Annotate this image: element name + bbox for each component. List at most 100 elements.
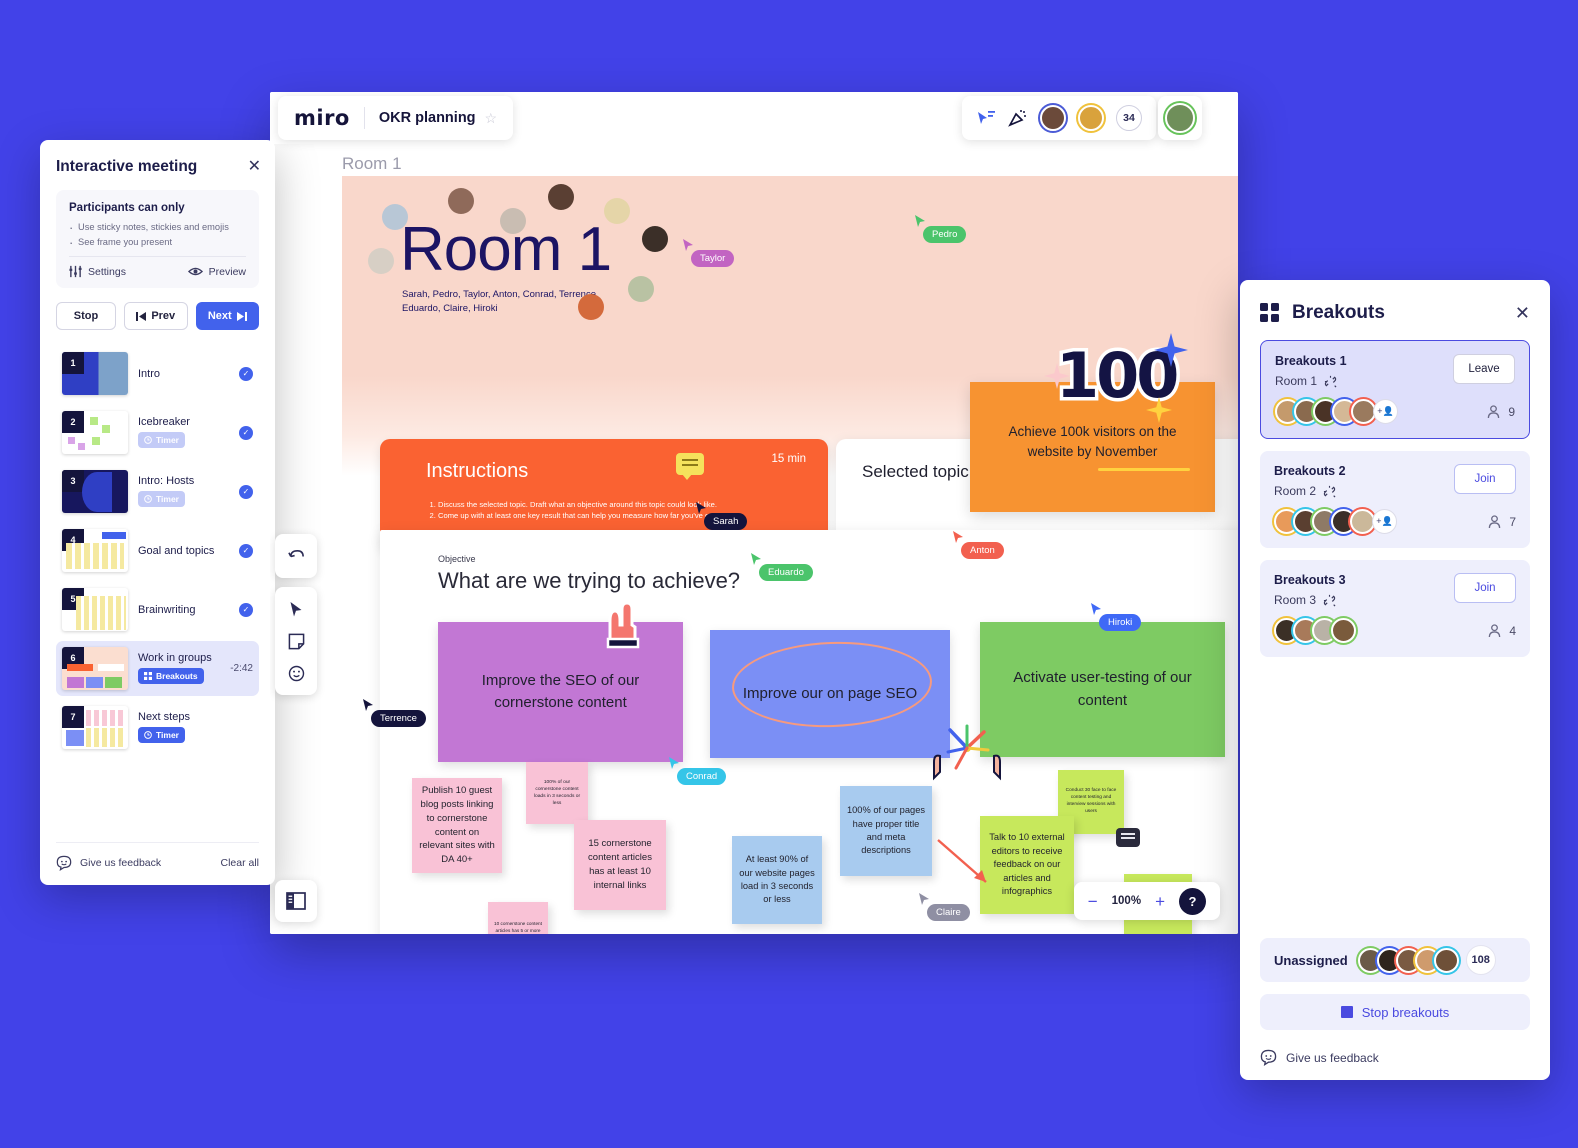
breakout-participants-row: +👤 7 [1274, 509, 1516, 534]
clear-all-button[interactable]: Clear all [220, 857, 259, 869]
agenda-item-intro-hosts[interactable]: 3 Intro: Hosts Timer ✓ [56, 464, 259, 519]
agenda-label: Intro: Hosts [138, 475, 195, 487]
add-person-icon[interactable]: +👤 [1373, 399, 1398, 424]
highlight-underline [1098, 468, 1190, 471]
collaborator-count[interactable]: 34 [1116, 105, 1142, 131]
selected-topic-label: Selected topic [862, 462, 969, 481]
slide-thumbnail: 4 [62, 529, 128, 572]
sticky-note[interactable]: 10 cornerstone content articles has 5 or… [488, 902, 548, 934]
next-button[interactable]: Next [195, 302, 259, 330]
board-title[interactable]: OKR planning [379, 110, 476, 126]
stop-breakouts-button[interactable]: Stop breakouts [1260, 994, 1530, 1030]
participants-bullets: Use sticky notes, stickies and emojis Se… [69, 220, 246, 250]
cursor-claire: Claire [918, 892, 970, 921]
bullet-item: Use sticky notes, stickies and emojis [69, 220, 246, 235]
slide-thumbnail: 2 [62, 411, 128, 454]
preview-button[interactable]: Preview [187, 266, 246, 278]
agenda-list: 1 Intro ✓ 2 Icebreaker Timer ✓ 3 Intro: … [56, 346, 259, 755]
cursor-label: Anton [961, 542, 1004, 559]
cursor-label: Claire [927, 904, 970, 921]
timer-chip[interactable]: Timer [138, 491, 185, 507]
join-button[interactable]: Join [1454, 573, 1516, 603]
presentation-controls: Stop Prev Next [56, 302, 259, 330]
slide-number: 2 [62, 411, 84, 433]
breakout-room-card[interactable]: Breakouts 2 Room 2 Join +👤 7 [1260, 451, 1530, 548]
board-canvas[interactable]: Room 1 Room 1 Sarah, Pedro, Taylor, Anto… [270, 144, 1238, 934]
bullet-item: See frame you present [69, 235, 246, 250]
sticky-text: Publish 10 guest blog posts linking to c… [419, 785, 495, 866]
goal-text: Achieve 100k visitors on the website by … [1008, 424, 1177, 459]
close-icon[interactable]: ✕ [1515, 303, 1530, 324]
breakout-room-card[interactable]: Breakouts 1 Room 1 Leave +👤 9 [1260, 340, 1530, 439]
comment-icon[interactable] [1116, 828, 1140, 847]
agenda-item-icebreaker[interactable]: 2 Icebreaker Timer ✓ [56, 405, 259, 460]
unassigned-row[interactable]: Unassigned 108 [1260, 938, 1530, 982]
objective-kicker: Objective [438, 554, 476, 564]
slide-number: 7 [62, 706, 84, 728]
avatar[interactable] [1331, 618, 1356, 643]
agenda-label: Next steps [138, 711, 190, 723]
self-avatar[interactable] [1158, 96, 1202, 140]
undo-icon[interactable] [279, 540, 313, 572]
room-label: Room 1 [1275, 374, 1318, 388]
prev-button[interactable]: Prev [124, 302, 188, 330]
give-feedback-button[interactable]: Give us feedback [1260, 1049, 1379, 1066]
sticky-note-icon[interactable] [279, 625, 313, 657]
comment-icon[interactable] [676, 453, 704, 480]
interactive-meeting-panel: Interactive meeting ✕ Participants can o… [40, 140, 275, 885]
close-icon[interactable]: ✕ [248, 156, 261, 176]
prev-label: Prev [151, 310, 176, 322]
miro-board-window: miro OKR planning ☆ 34 Room 1 Room 1 Sar… [270, 92, 1238, 934]
cursor-label: Pedro [923, 226, 967, 243]
add-person-icon[interactable]: +👤 [1372, 509, 1397, 534]
clock-icon [144, 495, 152, 503]
smiley-chat-icon [56, 855, 72, 871]
timer-chip[interactable]: Timer [138, 432, 185, 448]
check-icon: ✓ [239, 602, 253, 617]
sticky-note[interactable]: Publish 10 guest blog posts linking to c… [412, 778, 502, 873]
avatar [500, 208, 526, 234]
cursor-share-icon[interactable] [976, 109, 996, 127]
avatar[interactable] [1078, 105, 1104, 131]
zoom-out-button[interactable]: − [1088, 893, 1098, 910]
zoom-in-button[interactable]: + [1155, 893, 1165, 910]
cursor-taylor: Taylor [682, 238, 735, 267]
agenda-item-goal-and-topics[interactable]: 4 Goal and topics ✓ [56, 523, 259, 578]
agenda-label: Intro [138, 367, 161, 380]
agenda-item-next-steps[interactable]: 7 Next steps Timer [56, 700, 259, 755]
avatar[interactable] [1433, 947, 1459, 973]
cursor-select-icon[interactable] [279, 593, 313, 625]
settings-label: Settings [88, 265, 126, 278]
party-popper-icon[interactable] [1008, 109, 1028, 127]
agenda-label: Brainwriting [138, 603, 196, 616]
timer-chip[interactable]: Timer [138, 727, 185, 743]
help-button[interactable]: ? [1179, 887, 1206, 915]
sticky-note[interactable]: At least 90% of our website pages load i… [732, 836, 822, 924]
agenda-item-brainwriting[interactable]: 5 Brainwriting ✓ [56, 582, 259, 637]
leave-button[interactable]: Leave [1453, 354, 1515, 384]
cursor-anton: Anton [952, 530, 1004, 559]
settings-button[interactable]: Settings [69, 265, 126, 278]
participant-count: 7 [1488, 515, 1516, 529]
sticky-note[interactable]: 15 cornerstone content articles has at l… [574, 820, 666, 910]
sticky-note[interactable]: 100% of our cornerstone content loads in… [526, 762, 588, 824]
breakouts-chip[interactable]: Breakouts [138, 668, 204, 684]
board-brand-pill[interactable]: miro OKR planning ☆ [278, 96, 514, 140]
avatar[interactable] [1040, 105, 1066, 131]
objective-card[interactable]: Improve the SEO of our cornerstone conte… [438, 622, 683, 762]
time-remaining: -2:42 [230, 663, 253, 674]
emoji-icon[interactable] [279, 657, 313, 689]
agenda-item-work-in-groups[interactable]: 6 Work in groups Breakouts -2:42 [56, 641, 259, 696]
objective-card[interactable]: Activate user-testing of our content [980, 622, 1225, 757]
give-feedback-button[interactable]: Give us feedback [56, 855, 161, 871]
breakout-room-card[interactable]: Breakouts 3 Room 3 Join 4 [1260, 560, 1530, 657]
agenda-item-intro[interactable]: 1 Intro ✓ [56, 346, 259, 401]
breakouts-title: Breakouts [1292, 302, 1385, 323]
panel-toggle-icon[interactable] [275, 880, 317, 922]
panel-title: Interactive meeting [56, 158, 198, 175]
star-icon[interactable]: ☆ [485, 110, 498, 127]
sticky-text: 15 cornerstone content articles has at l… [588, 838, 652, 891]
stop-button[interactable]: Stop [56, 302, 116, 330]
sticky-note[interactable]: 100% of our pages have proper title and … [840, 786, 932, 876]
join-button[interactable]: Join [1454, 464, 1516, 494]
